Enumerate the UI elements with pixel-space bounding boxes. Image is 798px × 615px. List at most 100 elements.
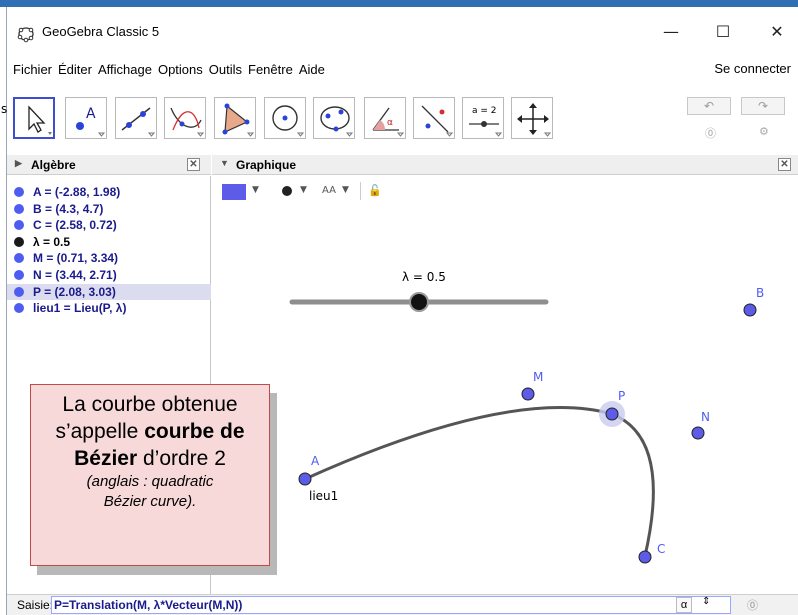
history-updown-icon[interactable]: ⇕	[702, 596, 710, 607]
intersect-tool-button[interactable]	[164, 97, 206, 139]
circle-tool-button[interactable]	[264, 97, 306, 139]
visibility-toggle-icon[interactable]	[14, 220, 24, 231]
point-icon: A	[76, 106, 106, 137]
label-B: B	[756, 286, 765, 300]
menu-options[interactable]: Options	[155, 62, 206, 77]
redo-button[interactable]: ↷	[741, 97, 785, 115]
visibility-toggle-icon[interactable]	[14, 253, 24, 264]
algebra-item[interactable]: P = (2.08, 3.03)	[7, 283, 211, 300]
algebra-item-text: C = (2.58, 0.72)	[33, 218, 117, 233]
callout-line-2: s’appelle courbe de	[31, 418, 269, 445]
reflect-tool-button[interactable]	[413, 97, 455, 139]
input-field[interactable]: P=Translation(M, λ*Vecteur(M,N))	[51, 596, 731, 614]
algebra-item-text: A = (-2.88, 1.98)	[33, 185, 121, 199]
sign-in-link[interactable]: Se connecter	[714, 61, 791, 76]
algebra-item-text: N = (3.44, 2.71)	[33, 268, 117, 282]
move-arrows-icon	[517, 103, 552, 137]
graphics-view[interactable]: ▼ ▼ AA ▼ 🔓 λ = 0.5 A lieu1 B C M N P	[212, 176, 798, 594]
reflect-icon	[421, 105, 454, 137]
callout-line-3-bold: Bézier	[74, 447, 138, 470]
background-text-fragment: s	[1, 102, 8, 116]
title-bar: GeoGebra Classic 5 — ☐ ✕	[7, 7, 798, 53]
graphics-title: Graphique	[236, 158, 297, 172]
symbol-button[interactable]: α	[676, 597, 692, 613]
menu-editer[interactable]: Éditer	[55, 62, 95, 77]
slider-icon	[469, 121, 503, 137]
top-strip	[0, 0, 798, 7]
visibility-toggle-icon[interactable]	[14, 187, 24, 197]
visibility-toggle-icon[interactable]	[14, 303, 24, 314]
visibility-toggle-icon[interactable]	[14, 270, 24, 280]
help-icon[interactable]: ⓪	[747, 597, 758, 613]
point-A[interactable]	[298, 472, 312, 486]
algebra-title: Algèbre	[31, 158, 76, 172]
menu-aide[interactable]: Aide	[296, 62, 328, 77]
polygon-icon	[222, 103, 255, 137]
algebra-item[interactable]: N = (3.44, 2.71)	[7, 267, 211, 283]
algebra-item-text: P = (2.08, 3.03)	[33, 284, 116, 299]
algebra-close-button[interactable]: ✕	[187, 158, 200, 171]
algebra-item-text: lieu1 = Lieu(P, λ)	[33, 301, 127, 316]
point-P[interactable]	[605, 407, 619, 421]
label-C: C	[657, 542, 666, 556]
slider-handle[interactable]	[409, 292, 429, 312]
conic-tool-button[interactable]	[313, 97, 355, 139]
move-tool-button[interactable]	[13, 97, 55, 139]
point-C[interactable]	[638, 550, 652, 564]
cursor-icon	[28, 105, 52, 135]
angle-icon: α	[372, 107, 405, 137]
line-icon	[121, 107, 156, 137]
slider-label: λ = 0.5	[402, 270, 446, 284]
svg-text:A: A	[86, 106, 96, 122]
point-tool-button[interactable]: A	[65, 97, 107, 139]
window-title: GeoGebra Classic 5	[42, 24, 160, 39]
bezier-callout: La courbe obtenue s’appelle courbe de Bé…	[30, 384, 270, 566]
input-label: Saisie:	[17, 598, 54, 612]
algebra-header: ▶ Algèbre ✕	[7, 155, 211, 175]
menu-affichage[interactable]: Affichage	[95, 62, 155, 77]
algebra-item[interactable]: C = (2.58, 0.72)	[7, 217, 211, 233]
slider-tool-button[interactable]: a = 2	[462, 97, 504, 139]
algebra-item-text: λ = 0.5	[33, 234, 71, 249]
point-N[interactable]	[691, 426, 705, 440]
visibility-toggle-icon[interactable]	[14, 236, 24, 247]
label-locus: lieu1	[309, 489, 339, 503]
locus-curve[interactable]	[304, 406, 655, 557]
menu-outils[interactable]: Outils	[206, 62, 245, 77]
callout-line-2-bold: courbe de	[144, 420, 245, 443]
menu-fenetre[interactable]: Fenêtre	[245, 62, 296, 77]
close-button[interactable]: ✕	[757, 19, 797, 43]
help-icon[interactable]: ⓪	[705, 125, 716, 141]
undo-button[interactable]: ↶	[687, 97, 731, 115]
menu-fichier[interactable]: Fichier	[10, 62, 55, 77]
geogebra-logo-icon	[17, 27, 34, 43]
callout-line-5: Bézier curve).	[103, 493, 197, 510]
label-N: N	[701, 410, 710, 424]
line-tool-button[interactable]	[115, 97, 157, 139]
collapse-arrow-icon[interactable]: ▼	[220, 158, 229, 168]
gear-icon[interactable]: ⚙	[759, 125, 769, 138]
move-view-tool-button[interactable]	[511, 97, 553, 139]
visibility-toggle-icon[interactable]	[14, 203, 24, 214]
label-P: P	[618, 389, 626, 403]
point-M[interactable]	[521, 387, 535, 401]
algebra-item[interactable]: M = (0.71, 3.34)	[7, 250, 211, 266]
graphics-close-button[interactable]: ✕	[778, 158, 791, 171]
tool-bar: A α a = 2 ↶ ↷ ⓪ ⚙	[7, 93, 798, 149]
point-B[interactable]	[743, 303, 757, 317]
maximize-button[interactable]: ☐	[703, 19, 743, 43]
visibility-toggle-icon[interactable]	[14, 286, 24, 297]
callout-line-4: (anglais : quadratic	[86, 473, 214, 490]
menu-bar: Fichier Éditer Affichage Options Outils …	[7, 57, 798, 81]
algebra-item[interactable]: lieu1 = Lieu(P, λ)	[7, 300, 211, 316]
algebra-item[interactable]: λ = 0.5	[7, 234, 211, 250]
callout-line-1: La courbe obtenue	[62, 393, 238, 416]
ellipse-icon	[320, 106, 354, 137]
minimize-button[interactable]: —	[651, 19, 691, 43]
collapse-arrow-icon[interactable]: ▶	[15, 158, 22, 169]
algebra-item[interactable]: B = (4.3, 4.7)	[7, 201, 211, 217]
angle-tool-button[interactable]: α	[364, 97, 406, 139]
input-bar: Saisie: P=Translation(M, λ*Vecteur(M,N))…	[7, 594, 798, 615]
polygon-tool-button[interactable]	[214, 97, 256, 139]
algebra-item[interactable]: A = (-2.88, 1.98)	[7, 184, 211, 200]
